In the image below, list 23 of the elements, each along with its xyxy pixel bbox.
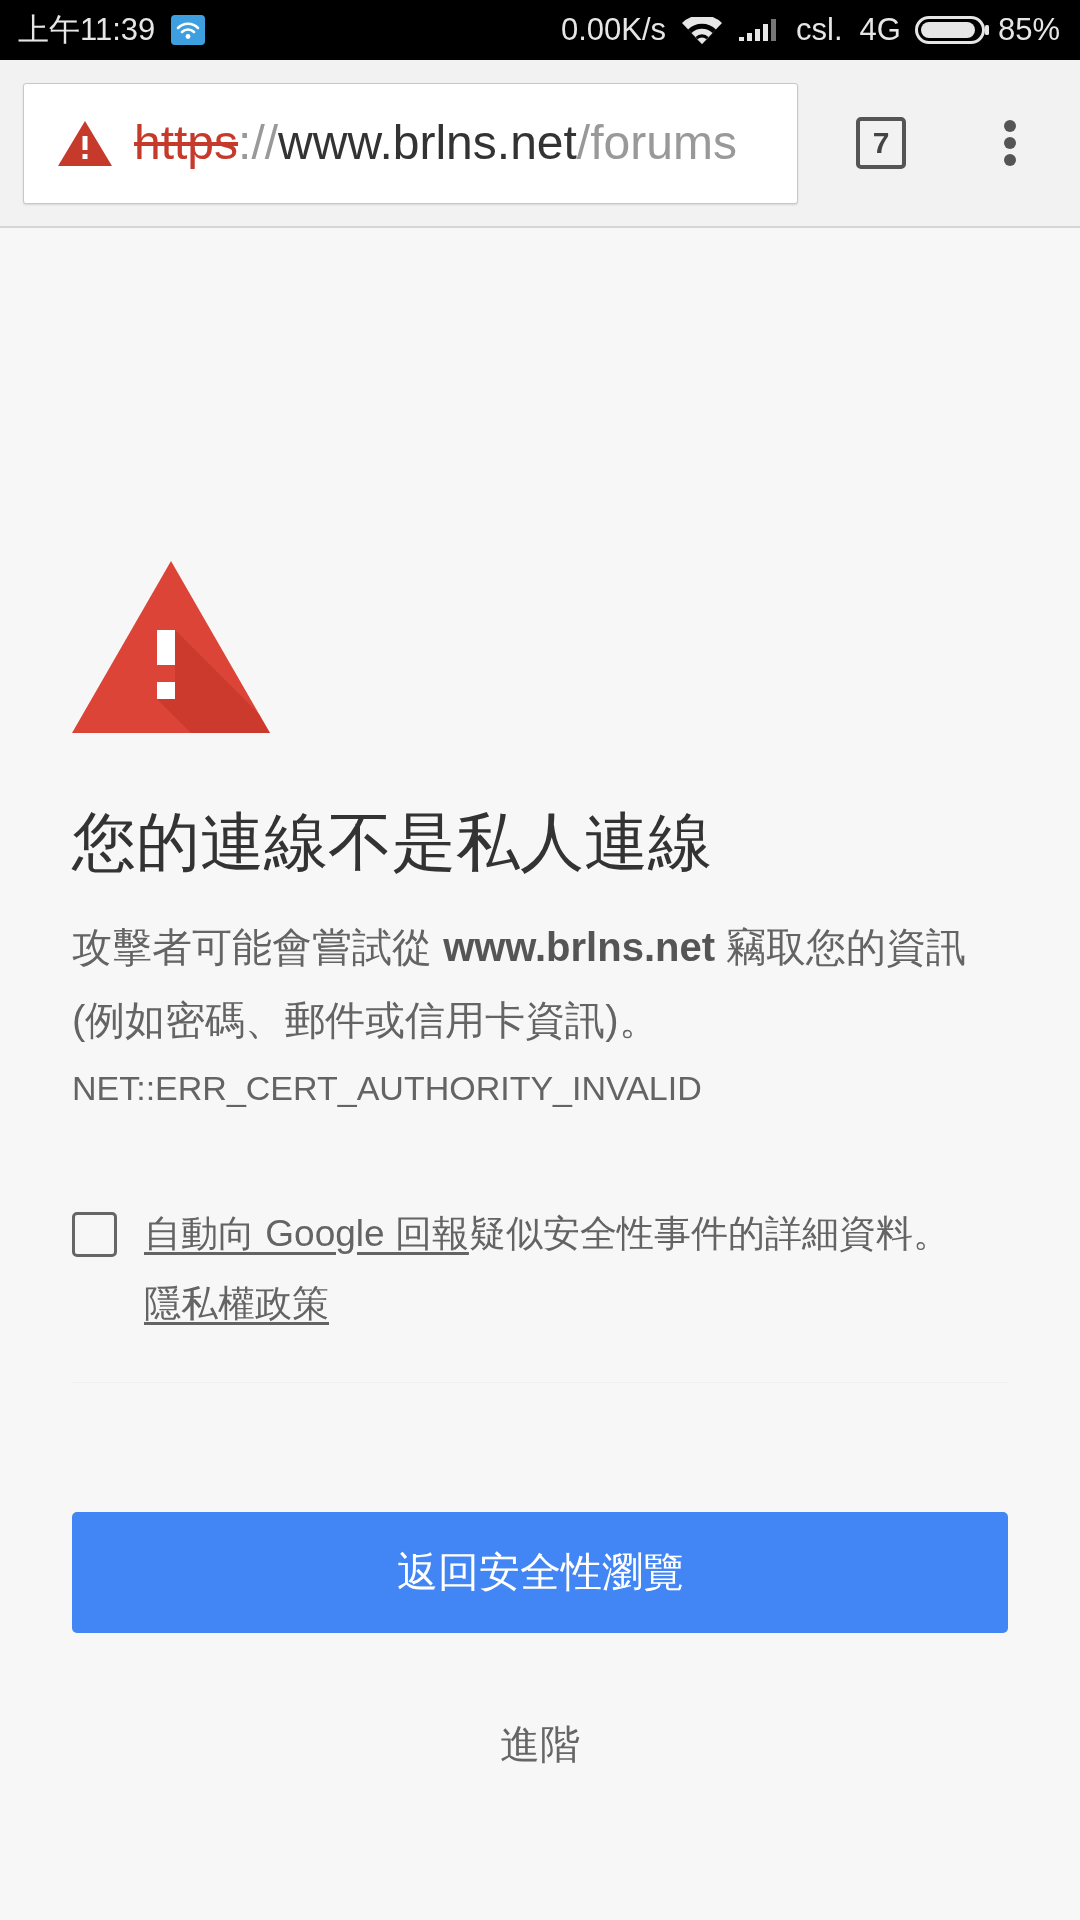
tab-switcher-button[interactable]: 7 <box>856 117 906 169</box>
battery-icon <box>914 16 989 44</box>
more-menu-icon[interactable] <box>1003 120 1017 166</box>
back-to-safety-button[interactable]: 返回安全性瀏覽 <box>72 1512 1008 1633</box>
report-consent-text: 自動向 Google 回報疑似安全性事件的詳細資料。 <box>144 1212 950 1256</box>
signal-bars-icon <box>739 19 777 41</box>
privacy-policy-link[interactable]: 隱私權政策 <box>144 1276 329 1332</box>
network-speed: 0.00K/s <box>560 12 667 48</box>
url-text: https://www.brlns.net/forums <box>134 115 737 171</box>
warning-triangle-icon <box>72 561 270 733</box>
report-checkbox[interactable] <box>72 1212 117 1257</box>
wifi-icon <box>682 16 723 44</box>
battery-percent: 85% <box>997 12 1060 48</box>
error-code: NET::ERR_CERT_AUTHORITY_INVALID <box>72 1068 702 1109</box>
network-type: 4G <box>859 12 901 48</box>
page-heading: 您的連線不是私人連線 <box>72 805 712 880</box>
carrier-name: csl. <box>796 12 843 48</box>
address-bar[interactable]: https://www.brlns.net/forums <box>23 82 798 204</box>
warning-message: 攻擊者可能會嘗試從 www.brlns.net 竊取您的資訊(例如密碼、郵件或信用卡資訊)。 <box>72 924 968 1044</box>
wifi-badge-icon <box>171 15 206 45</box>
report-link[interactable]: 自動向 Google 回報 <box>144 1213 469 1254</box>
status-time: 上午11:39 <box>18 12 156 48</box>
advanced-button[interactable]: 進階 <box>500 1714 580 1774</box>
